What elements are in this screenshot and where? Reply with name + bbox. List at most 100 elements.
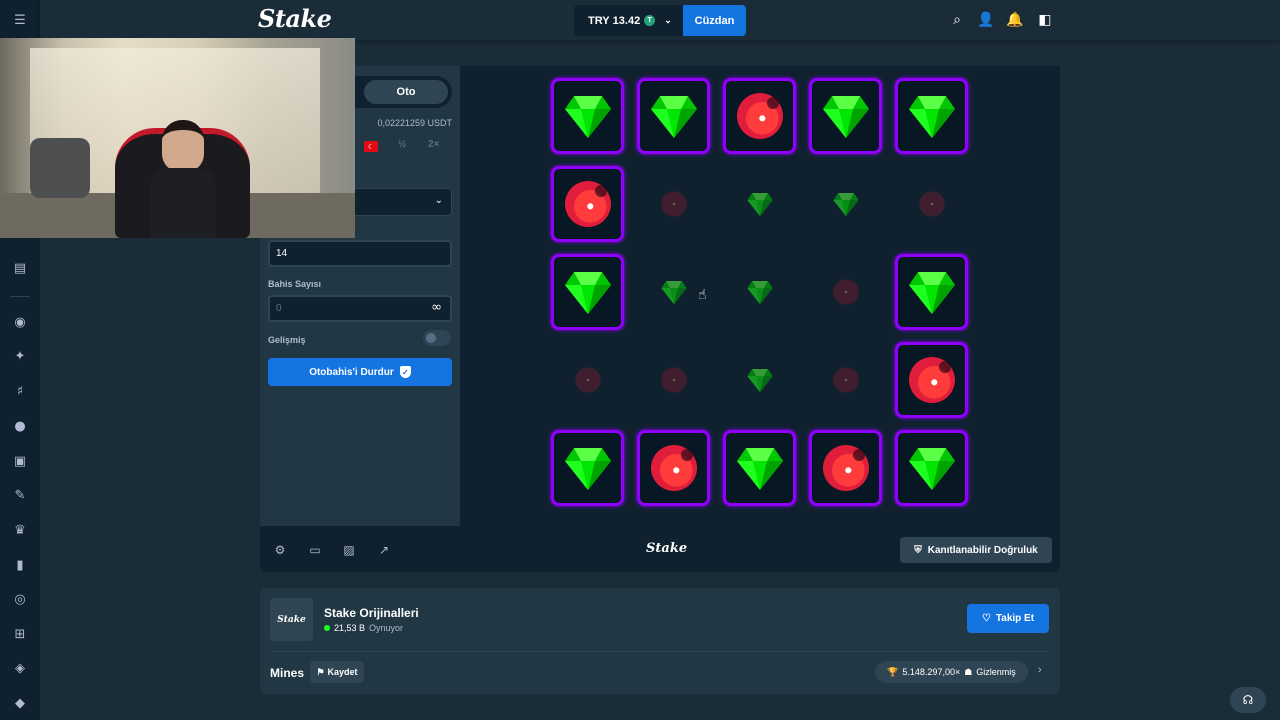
- tile-gem[interactable]: [723, 430, 796, 506]
- balance-selector[interactable]: TRY 13.42 T ⌄: [574, 5, 683, 36]
- menu-icon[interactable]: ☰: [10, 10, 30, 30]
- mine-icon: [660, 191, 687, 217]
- advanced-label: Gelişmiş: [268, 335, 306, 345]
- tile-mine[interactable]: [637, 342, 710, 418]
- mine-icon: [832, 279, 859, 305]
- slots-icon[interactable]: ♯: [10, 381, 30, 401]
- game-panel: Oto 0,02221259 USDT ☾ ½ 2× ⌄ 14 Bahis Sa…: [260, 66, 1060, 526]
- mine-icon: [832, 367, 859, 393]
- originals-title[interactable]: Stake Orijinalleri: [324, 606, 419, 620]
- tile-mine[interactable]: [551, 166, 624, 242]
- tile-gem[interactable]: [637, 78, 710, 154]
- stats-pill[interactable]: 🏆 5.148.297,00× ☗ Gizlenmiş: [875, 661, 1028, 683]
- tile-gem[interactable]: [551, 78, 624, 154]
- sponsorship-icon[interactable]: ◆: [10, 693, 30, 713]
- battery-icon[interactable]: ▮: [10, 555, 30, 575]
- provably-fair-label: Kanıtlanabilir Doğruluk: [927, 544, 1038, 556]
- mine-icon: [822, 445, 869, 491]
- gems-input[interactable]: 14: [268, 240, 452, 267]
- players-count: 21,53 B: [334, 623, 366, 633]
- affiliate-icon[interactable]: ◈: [10, 658, 30, 678]
- theatre-mode-icon[interactable]: ▭: [308, 543, 322, 557]
- gem-icon: [660, 281, 687, 305]
- target-icon[interactable]: ◎: [10, 589, 30, 609]
- tile-gem[interactable]: [895, 78, 968, 154]
- stop-autobet-button[interactable]: Otobahis'i Durdur ✓: [268, 358, 452, 386]
- stake-originals-icon[interactable]: ◉: [10, 312, 30, 332]
- topbar: Stake TRY 13.42 T ⌄ Cüzdan ⌕ 👤 🔔 ◧: [40, 0, 1280, 40]
- gem-icon: [736, 448, 783, 490]
- online-dot-icon: [324, 625, 330, 631]
- streamer-head: [162, 120, 204, 172]
- balance-amount: 13.42: [612, 14, 641, 27]
- search-icon[interactable]: ⌕: [948, 11, 966, 29]
- mine-icon: [564, 181, 611, 227]
- tile-gem[interactable]: [895, 254, 968, 330]
- chat-panel-icon[interactable]: ◧: [1036, 11, 1054, 29]
- bet-count-placeholder: 0: [276, 303, 282, 314]
- save-button[interactable]: ⚑ Kaydet: [310, 661, 364, 683]
- news-icon[interactable]: ▤: [10, 258, 30, 278]
- hidden-label: Gizlenmiş: [976, 667, 1016, 677]
- notifications-bell-icon[interactable]: 🔔: [1006, 11, 1024, 29]
- players-status: 21,53 B Oynuyor: [324, 623, 403, 633]
- tile-mine[interactable]: [809, 254, 882, 330]
- mouse-cursor-icon: ☝: [698, 287, 707, 303]
- tile-mine[interactable]: [809, 342, 882, 418]
- heart-icon: ♡: [981, 613, 991, 624]
- stake-logo[interactable]: Stake: [258, 4, 332, 33]
- tile-gem[interactable]: [723, 342, 796, 418]
- infinity-icon[interactable]: ∞: [431, 300, 442, 315]
- shield-check-icon: ⛨: [914, 544, 922, 556]
- wallet-button[interactable]: Cüzdan: [683, 5, 746, 36]
- tile-gem[interactable]: [809, 166, 882, 242]
- tile-mine[interactable]: [637, 166, 710, 242]
- tile-mine[interactable]: [895, 166, 968, 242]
- balance-currency: TRY: [588, 14, 610, 27]
- settings-gear-icon[interactable]: ⚙: [273, 543, 287, 557]
- live-stats-icon[interactable]: ▨: [342, 543, 356, 557]
- popout-icon[interactable]: ↗: [377, 543, 391, 557]
- gem-icon: [908, 272, 955, 314]
- vip-crown-icon[interactable]: ♛: [10, 520, 30, 540]
- tile-gem[interactable]: [551, 254, 624, 330]
- tile-mine[interactable]: [723, 78, 796, 154]
- tile-mine[interactable]: [895, 342, 968, 418]
- game-shows-icon[interactable]: ▣: [10, 451, 30, 471]
- tile-gem[interactable]: [895, 430, 968, 506]
- advanced-toggle[interactable]: [423, 330, 451, 346]
- turkey-flag-icon: ☾: [364, 141, 378, 152]
- mine-icon: [650, 445, 697, 491]
- double-button[interactable]: 2×: [428, 139, 439, 150]
- hidden-user-icon: ☗: [964, 666, 973, 677]
- trophy-icon: 🏆: [887, 666, 899, 677]
- user-icon[interactable]: 👤: [977, 11, 995, 29]
- new-releases-icon[interactable]: ✦: [10, 346, 30, 366]
- follow-button[interactable]: ♡ Takip Et: [967, 604, 1049, 633]
- mine-icon: [918, 191, 945, 217]
- save-label: Kaydet: [327, 667, 358, 677]
- tile-mine[interactable]: [637, 430, 710, 506]
- tile-gem[interactable]: [723, 166, 796, 242]
- bookmark-icon: ⚑: [316, 666, 325, 677]
- tile-gem[interactable]: [809, 78, 882, 154]
- support-headset-icon[interactable]: ☊: [1230, 687, 1266, 713]
- mine-icon: [660, 367, 687, 393]
- tether-coin-icon: T: [644, 15, 656, 26]
- tab-auto[interactable]: Oto: [364, 80, 448, 104]
- gem-icon: [832, 193, 859, 217]
- exclusives-icon[interactable]: ✎: [10, 485, 30, 505]
- tile-mine[interactable]: [809, 430, 882, 506]
- mine-icon: [736, 93, 783, 139]
- footer-stake-logo: Stake: [646, 541, 688, 556]
- provably-fair-button[interactable]: ⛨ Kanıtlanabilir Doğruluk: [900, 537, 1052, 563]
- chevron-right-icon[interactable]: ›: [1038, 664, 1042, 676]
- live-casino-icon[interactable]: ●: [10, 416, 30, 436]
- tile-mine[interactable]: [551, 342, 624, 418]
- tile-gem[interactable]: [551, 430, 624, 506]
- gem-icon: [564, 272, 611, 314]
- bet-count-input[interactable]: 0 ∞: [268, 295, 452, 322]
- gift-icon[interactable]: ⊞: [10, 624, 30, 644]
- tile-gem[interactable]: [723, 254, 796, 330]
- half-button[interactable]: ½: [398, 139, 406, 150]
